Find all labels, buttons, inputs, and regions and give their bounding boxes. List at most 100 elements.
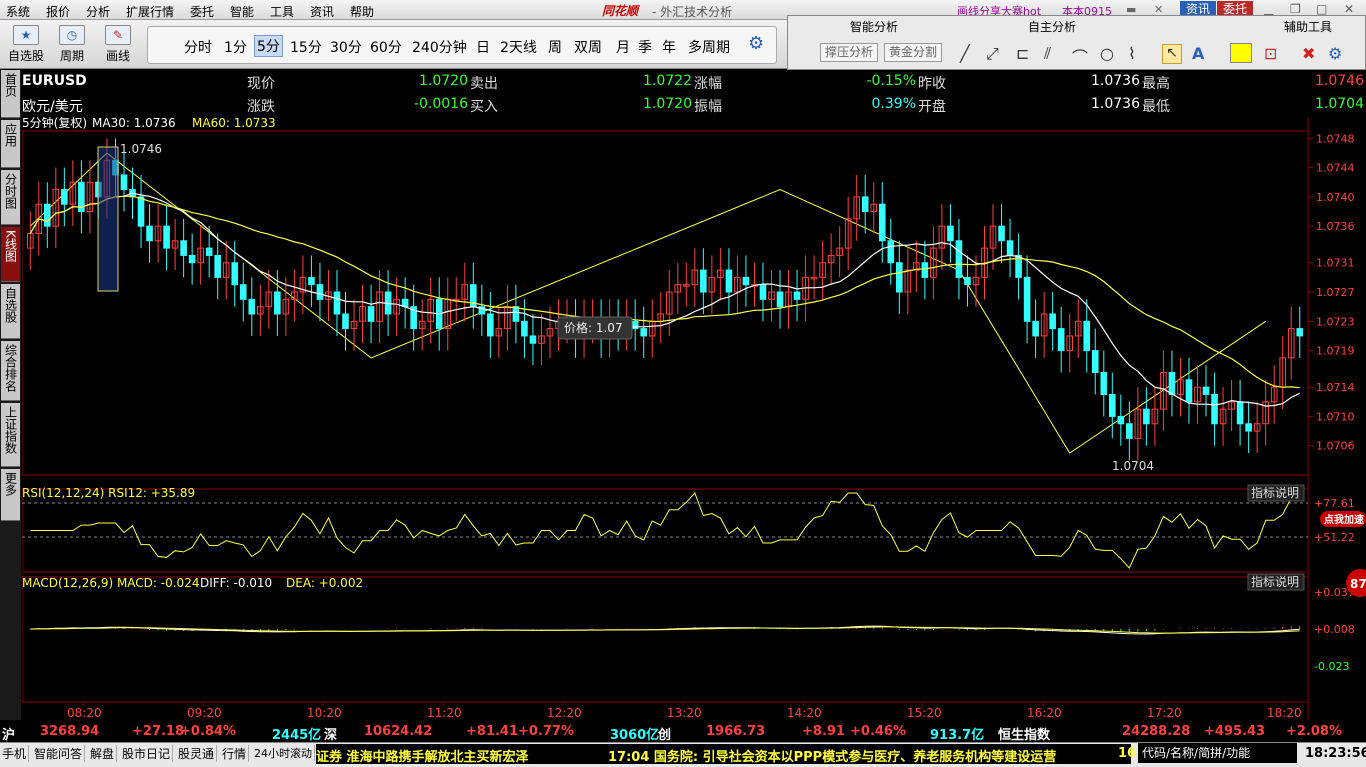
cy-amount: 913.7亿	[930, 728, 985, 743]
x-tick-label: 16:20	[1027, 706, 1062, 720]
tab-timeshare[interactable]: 分时图	[1, 170, 20, 225]
support-resistance-button[interactable]: 撑压分析	[820, 43, 879, 62]
period-15m[interactable]: 15分	[290, 37, 322, 57]
period-2week[interactable]: 双周	[574, 37, 602, 57]
ellipse-tool-icon[interactable]: ○	[1100, 44, 1114, 63]
menu-extended[interactable]: 扩展行情	[126, 3, 174, 20]
tools-settings-icon[interactable]: ⚙	[1328, 44, 1342, 63]
period-week[interactable]: 周	[548, 37, 562, 57]
analysis-panel: 智能分析 自主分析 辅助工具 撑压分析 黄金分割 ╱ ⤢ ⊏ ⫽ ⌒ ○ ⌇ ↖…	[787, 15, 1366, 70]
x-tick-label: 08:20	[67, 706, 102, 720]
kline-chart[interactable]: 5分钟(复权) MA30: 1.0736 MA60: 1.0733 1.0748…	[22, 117, 1366, 720]
period-30m[interactable]: 30分	[330, 37, 362, 57]
panel-frame	[22, 488, 1309, 573]
self-select-button[interactable]: ★ 自选股	[6, 23, 46, 64]
label-open: 开盘	[918, 99, 946, 115]
tab-sh-index-label: 上证指数	[3, 406, 18, 454]
period-5m[interactable]: 5分	[254, 35, 283, 57]
news-item-3[interactable]: 16	[1118, 746, 1136, 761]
tab-timeshare-label: 分时图	[3, 173, 18, 209]
star-icon: ★	[13, 25, 39, 45]
golden-section-button[interactable]: 黄金分割	[884, 43, 943, 62]
tab-interpret[interactable]: 解盘	[88, 745, 118, 762]
period-season[interactable]: 季	[638, 37, 652, 57]
tab-24h[interactable]: 24小时滚动	[252, 745, 315, 761]
ma30-line	[29, 192, 1300, 407]
tab-mobile[interactable]: 手机	[0, 745, 30, 762]
period-2day[interactable]: 2天线	[500, 37, 537, 57]
window-close-icon[interactable]: ✕	[1344, 2, 1354, 16]
value-chg: -0.0016	[413, 96, 468, 112]
candle-body	[742, 276, 750, 286]
menu-smart[interactable]: 智能	[230, 3, 254, 20]
menu-quote[interactable]: 报价	[46, 3, 70, 20]
hs-value: 24288.28	[1122, 724, 1191, 739]
window-restore-icon[interactable]: ❐	[1290, 2, 1301, 16]
candle-body	[239, 284, 247, 300]
line-tool-icon[interactable]: ╱	[960, 44, 970, 63]
menu-trade[interactable]: 委托	[190, 3, 214, 20]
tab-kline[interactable]: K线图	[1, 227, 20, 282]
smart-analysis-title: 智能分析	[850, 20, 899, 34]
wave-tool-icon[interactable]: ⌇	[1128, 44, 1136, 63]
window-maximize-icon[interactable]: □	[1316, 2, 1327, 16]
settings-gear-icon[interactable]: ⚙	[748, 33, 764, 54]
x-tick-label: 18:20	[1267, 706, 1302, 720]
period-multi[interactable]: 多周期	[688, 37, 730, 57]
y-tick-label: 1.0706	[1316, 440, 1355, 453]
text-tool-icon[interactable]: A	[1192, 44, 1204, 63]
period-day[interactable]: 日	[476, 37, 490, 57]
y-tick-label: 1.0719	[1316, 345, 1355, 358]
value-prev: 1.0736	[1091, 73, 1140, 89]
news-item-1[interactable]: 证券 淮海中路携手解放北主买新宏泽	[316, 746, 529, 765]
segment-tool-icon[interactable]: ⤢	[986, 44, 999, 64]
cycle-button[interactable]: ◷ 周期	[52, 23, 92, 64]
y-tick-label: 1.0710	[1316, 410, 1355, 423]
menu-analysis[interactable]: 分析	[86, 3, 110, 20]
menu-news[interactable]: 资讯	[310, 3, 334, 20]
candle-body	[921, 262, 929, 278]
tab-home[interactable]: 首页	[1, 70, 20, 118]
period-tick[interactable]: 分时	[184, 37, 212, 57]
candle-body	[205, 247, 213, 256]
arc-tool-icon[interactable]: ⌒	[1072, 44, 1088, 68]
period-1m[interactable]: 1分	[224, 37, 247, 57]
erase-tool-icon[interactable]: ⊡	[1264, 44, 1277, 63]
search-input[interactable]: 代码/名称/简拼/功能	[1138, 743, 1297, 763]
menu-help[interactable]: 帮助	[350, 3, 374, 20]
candle-body	[188, 254, 196, 264]
period-240m[interactable]: 240分钟	[412, 37, 467, 57]
color-picker-icon[interactable]	[1230, 43, 1252, 63]
tab-ranking[interactable]: 综合排名	[1, 341, 20, 401]
news-item-2[interactable]: 17:04 国务院: 引导社会资本以PPP模式参与医疗、养老服务机构等建设运营	[608, 746, 1056, 765]
tab-more[interactable]: 更多	[1, 469, 20, 521]
news-scroll[interactable]: 证券 淮海中路携手解放北主买新宏泽 17:04 国务院: 引导社会资本以PPP模…	[316, 744, 1136, 765]
tab-watchlist[interactable]: 自选股	[1, 284, 20, 339]
period-60m[interactable]: 60分	[370, 37, 402, 57]
period-month[interactable]: 月	[616, 37, 630, 57]
draw-button[interactable]: ✎ 画线	[98, 23, 138, 64]
tab-apps[interactable]: 应用	[1, 120, 20, 168]
period-year[interactable]: 年	[662, 37, 676, 57]
macd-tick-label: -0.023	[1314, 660, 1349, 673]
channel-tool-icon[interactable]: ⊏	[1016, 44, 1029, 63]
menu-system[interactable]: 系统	[6, 3, 30, 20]
window-minimize-icon[interactable]: ▁	[1264, 2, 1273, 16]
candle-body	[998, 225, 1005, 242]
parallel-tool-icon[interactable]: ⫽	[1044, 44, 1051, 64]
candle-body	[1032, 320, 1039, 337]
tab-qa[interactable]: 智能问答	[32, 745, 86, 762]
candle-body	[248, 298, 256, 315]
tab-lingtong[interactable]: 股灵通	[176, 745, 218, 762]
x-tick-label: 14:20	[787, 706, 822, 720]
candle-body	[1117, 415, 1125, 425]
tab-sh-index[interactable]: 上证指数	[1, 403, 20, 467]
cursor-tool-icon[interactable]: ↖	[1162, 44, 1182, 64]
tab-diary[interactable]: 股市日记	[120, 745, 174, 762]
sh-percent: +0.84%	[180, 724, 236, 739]
tab-market[interactable]: 行情	[220, 745, 250, 762]
candle-body	[512, 306, 520, 322]
label-buy: 买入	[470, 99, 498, 115]
menu-tools[interactable]: 工具	[270, 3, 294, 20]
delete-tool-icon[interactable]: ✖	[1302, 44, 1315, 63]
